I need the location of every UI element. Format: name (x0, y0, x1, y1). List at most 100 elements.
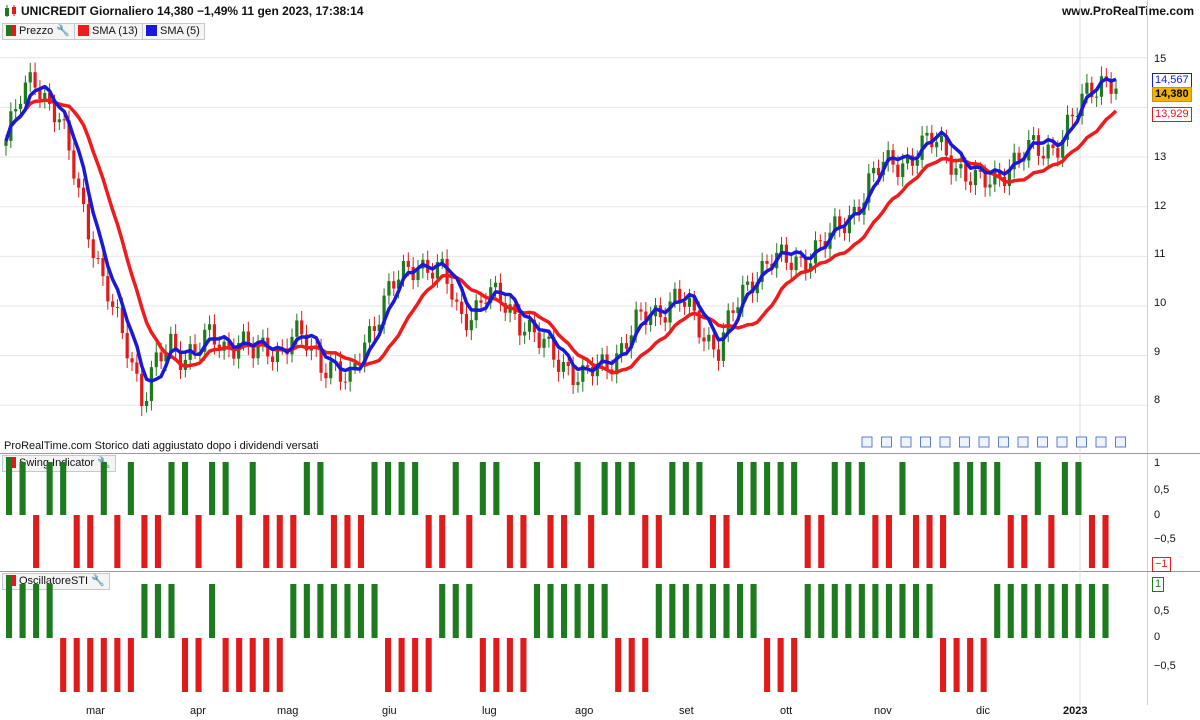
event-marker-icon (920, 436, 931, 448)
candle-body (72, 150, 76, 179)
indicator-bar (885, 515, 892, 568)
indicator-bar (466, 515, 473, 568)
indicator-bar (696, 462, 703, 515)
indicator-bar (967, 638, 974, 692)
candle-body (1041, 155, 1045, 159)
candle-body (159, 352, 163, 362)
indicator-bar (127, 638, 134, 692)
y-tick-label: 12 (1154, 200, 1167, 212)
candle-body (212, 324, 217, 345)
candle-body (988, 184, 992, 188)
candle-body (673, 288, 677, 302)
y-tick-label: 13 (1154, 151, 1167, 163)
sti-value-badge: 1 (1152, 577, 1165, 592)
indicator-bar (994, 462, 1001, 515)
candle-body (547, 336, 551, 339)
indicator-bar (209, 584, 216, 638)
indicator-bar (628, 462, 635, 515)
indicator-bar (181, 638, 189, 692)
candle-body (372, 326, 376, 331)
event-marker-icon (1017, 436, 1029, 448)
candle-body (794, 256, 798, 271)
price-chart[interactable] (0, 0, 1200, 720)
candle-body (469, 320, 473, 331)
event-marker-icon (1095, 436, 1107, 448)
event-marker-icon (900, 436, 912, 448)
indicator-bar (452, 462, 459, 515)
indicator-bar (168, 462, 175, 515)
candle-body (523, 331, 527, 336)
indicator-bar (872, 515, 879, 568)
indicator-bar (845, 462, 852, 515)
indicator-bar (439, 584, 446, 638)
indicator-bar (872, 584, 879, 638)
indicator-bar (561, 515, 568, 568)
candle-body (1070, 114, 1074, 117)
indicator-bar (493, 462, 500, 515)
indicator-bar (60, 638, 67, 692)
indicator-bar (1048, 515, 1055, 568)
candle-body (639, 309, 643, 312)
indicator-bar (574, 584, 581, 638)
indicator-bar (940, 638, 947, 692)
y-tick-label: 10 (1154, 297, 1167, 309)
indicator-bar (100, 462, 107, 515)
swing-value-badge: −1 (1152, 557, 1171, 572)
candle-body (731, 310, 735, 313)
indicator-bar (249, 638, 256, 692)
indicator-bar (723, 584, 730, 638)
chart-window: UNICREDIT Giornaliero 14,380 −1,49% 11 g… (0, 0, 1200, 720)
indicator-bar (940, 515, 947, 568)
candle-body (586, 365, 590, 367)
y-tick-label: −0,5 (1154, 533, 1176, 545)
candle-body (493, 282, 498, 288)
indicator-bar (506, 515, 513, 568)
indicator-bar (263, 638, 270, 692)
candle-body (537, 332, 541, 348)
indicator-bar (547, 584, 554, 638)
x-tick-label: ago (575, 705, 594, 717)
indicator-bar (385, 462, 392, 515)
indicator-bar (818, 515, 825, 568)
candle-body (702, 337, 706, 342)
candle-body (915, 159, 919, 166)
candle-body (954, 168, 958, 175)
x-tick-label: mar (86, 705, 105, 717)
indicator-bar (831, 584, 838, 638)
indicator-bar (344, 515, 351, 568)
x-tick-label: ott (780, 705, 793, 717)
indicator-bar (682, 462, 689, 515)
indicator-bar (195, 515, 202, 568)
x-tick-label: dic (976, 705, 991, 717)
candle-body (964, 164, 968, 182)
indicator-bar (357, 515, 365, 568)
y-tick-label: 8 (1154, 394, 1161, 406)
candle-body (193, 344, 197, 353)
indicator-bar (520, 515, 527, 568)
candle-body (101, 258, 105, 277)
y-tick-label: 15 (1154, 53, 1167, 65)
x-tick-label: apr (190, 705, 206, 717)
indicator-bar (154, 515, 161, 568)
sma13-value-badge: 13,929 (1152, 107, 1192, 122)
candle-body (518, 313, 522, 336)
candle-body (746, 281, 750, 285)
y-tick-label: 0 (1154, 509, 1161, 521)
event-marker-icon (861, 436, 873, 448)
event-marker-icon (1037, 436, 1048, 448)
data-note: ProRealTime.com Storico dati aggiustato … (4, 440, 319, 452)
indicator-bar (642, 515, 649, 568)
candle-body (968, 181, 973, 186)
indicator-bar (682, 584, 689, 638)
indicator-bar (127, 462, 134, 515)
candle-body (86, 204, 91, 240)
indicator-bar (87, 515, 94, 568)
candle-body (367, 326, 372, 343)
indicator-bar (439, 515, 446, 568)
indicator-bar (263, 515, 270, 568)
indicator-bar (899, 462, 906, 515)
candle-body (542, 338, 546, 348)
indicator-bar (249, 462, 256, 515)
candle-body (300, 320, 304, 335)
indicator-bar (601, 584, 608, 638)
